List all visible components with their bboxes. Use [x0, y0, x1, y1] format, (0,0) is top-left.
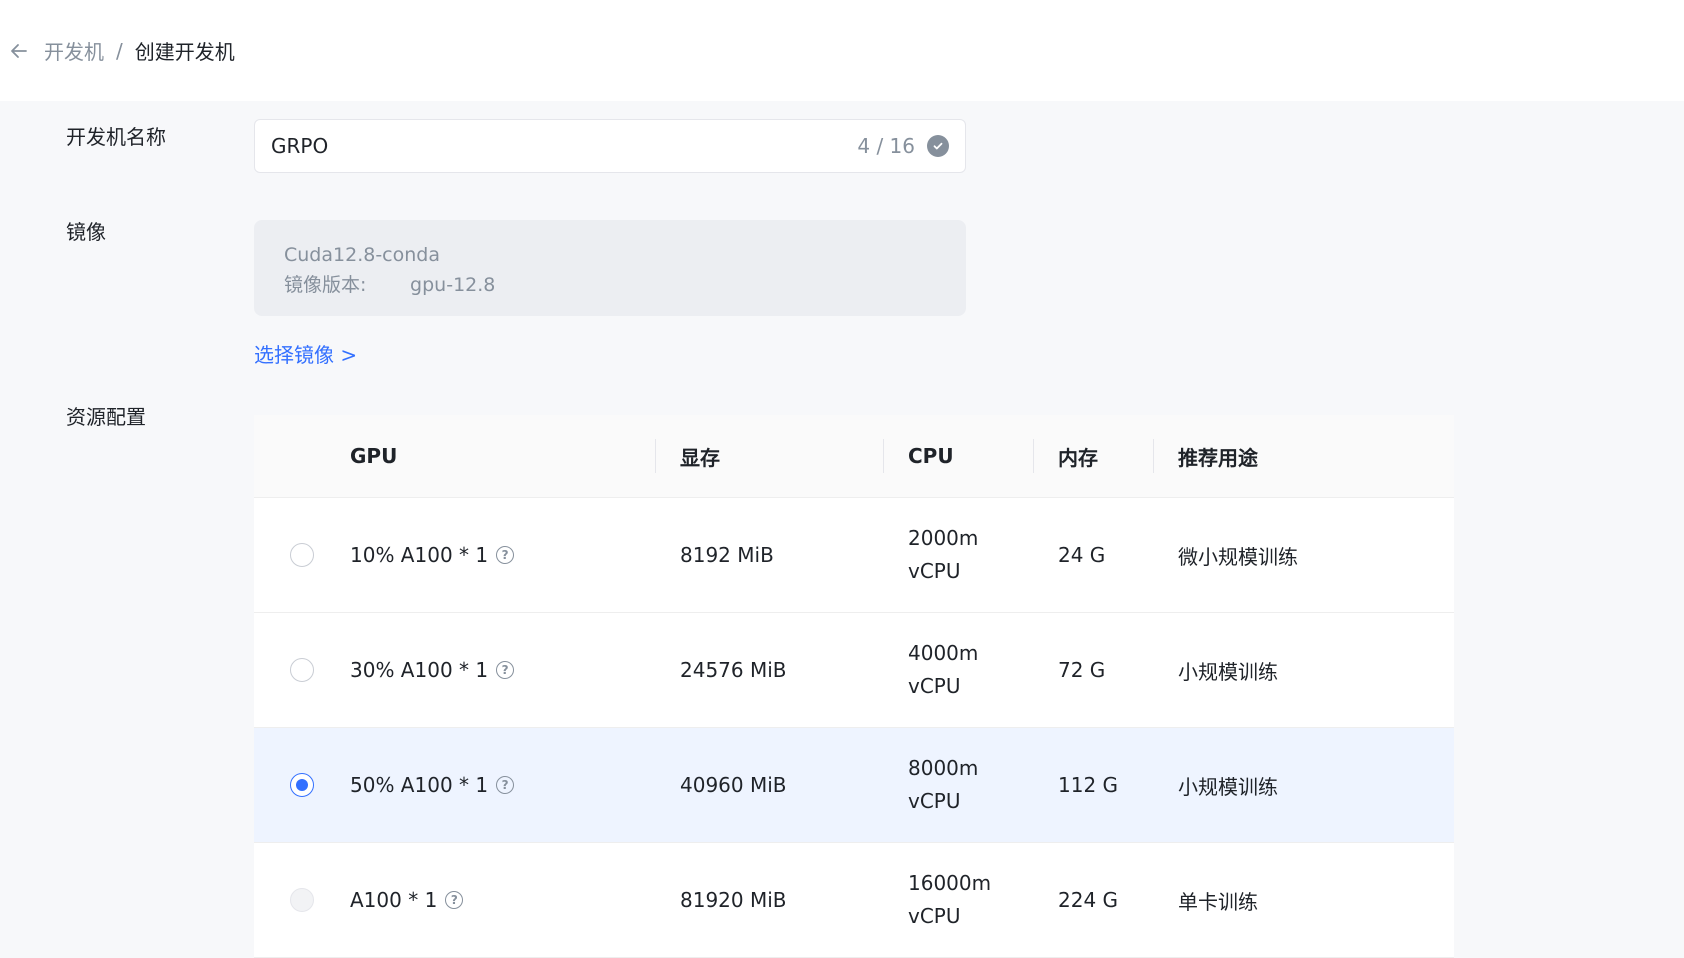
- table-row[interactable]: 10% A100 * 1 ? 8192 MiB 2000m vCPU 24 G …: [254, 498, 1454, 613]
- gpu-spec: A100 * 1: [350, 888, 438, 912]
- cpu-amount: 8000m: [908, 756, 979, 780]
- recommended-use: 小规模训练: [1178, 774, 1278, 799]
- vram-value: 8192 MiB: [680, 543, 774, 567]
- breadcrumb-parent[interactable]: 开发机: [44, 36, 104, 65]
- radio-button[interactable]: [290, 658, 314, 682]
- cpu-value: 16000m vCPU: [908, 867, 1058, 933]
- image-label: 镜像: [66, 220, 106, 244]
- question-circle-icon[interactable]: ?: [445, 891, 464, 909]
- cpu-unit: vCPU: [908, 559, 961, 583]
- column-divider: [655, 439, 656, 473]
- name-input[interactable]: GRPO 4 / 16: [254, 119, 966, 173]
- column-header-use: 推荐用途: [1178, 445, 1258, 470]
- gpu-spec: 50% A100 * 1: [350, 773, 489, 797]
- table-header: GPU 显存 CPU 内存 推荐用途: [254, 415, 1454, 498]
- image-name: Cuda12.8-conda: [284, 244, 440, 266]
- question-circle-icon[interactable]: ?: [496, 776, 515, 794]
- gpu-spec: 10% A100 * 1: [350, 543, 489, 567]
- create-form: 开发机名称 GRPO 4 / 16 镜像 Cuda12.8-conda 镜像版本…: [0, 101, 1684, 958]
- image-version-row: 镜像版本: gpu-12.8: [284, 270, 936, 300]
- cpu-value: 2000m vCPU: [908, 522, 1058, 588]
- cpu-amount: 2000m: [908, 526, 979, 550]
- resources-label: 资源配置: [66, 405, 146, 429]
- cpu-unit: vCPU: [908, 674, 961, 698]
- column-header-vram: 显存: [680, 445, 720, 470]
- breadcrumb-current: 创建开发机: [134, 40, 235, 64]
- name-label: 开发机名称: [66, 125, 166, 149]
- column-header-cpu: CPU: [908, 443, 954, 468]
- cpu-value: 4000m vCPU: [908, 637, 1058, 703]
- question-circle-icon[interactable]: ?: [496, 546, 515, 564]
- arrow-left-icon[interactable]: [8, 40, 30, 62]
- recommended-use: 微小规模训练: [1178, 544, 1298, 569]
- radio-button[interactable]: [290, 543, 314, 567]
- column-header-gpu: GPU: [350, 444, 398, 468]
- cpu-unit: vCPU: [908, 904, 961, 928]
- select-image-link[interactable]: 选择镜像 >: [254, 339, 357, 368]
- char-counter: 4 / 16: [857, 134, 915, 158]
- breadcrumb-separator: /: [116, 38, 123, 63]
- cpu-amount: 16000m: [908, 871, 992, 895]
- resource-table: GPU 显存 CPU 内存 推荐用途 10% A100 * 1 ? 8192 M…: [254, 415, 1454, 958]
- column-divider: [1153, 439, 1154, 473]
- recommended-use: 小规模训练: [1178, 659, 1278, 684]
- name-input-value[interactable]: GRPO: [271, 134, 857, 158]
- ram-value: 24 G: [1058, 543, 1106, 567]
- image-version-label: 镜像版本:: [284, 274, 367, 296]
- ram-value: 72 G: [1058, 658, 1106, 682]
- ram-value: 112 G: [1058, 773, 1119, 797]
- ram-value: 224 G: [1058, 888, 1119, 912]
- column-divider: [1033, 439, 1034, 473]
- column-divider: [883, 439, 884, 473]
- gpu-spec: 30% A100 * 1: [350, 658, 489, 682]
- radio-button-disabled[interactable]: [290, 888, 314, 912]
- radio-button-checked[interactable]: [290, 773, 314, 797]
- check-circle-icon: [927, 135, 949, 157]
- header-bar: 开发机 / 创建开发机: [0, 0, 1684, 101]
- table-row-selected[interactable]: 50% A100 * 1 ? 40960 MiB 8000m vCPU 112 …: [254, 728, 1454, 843]
- image-info-box: Cuda12.8-conda 镜像版本: gpu-12.8: [254, 220, 966, 316]
- vram-value: 40960 MiB: [680, 773, 787, 797]
- column-header-ram: 内存: [1058, 445, 1098, 470]
- cpu-value: 8000m vCPU: [908, 752, 1058, 818]
- table-row[interactable]: 30% A100 * 1 ? 24576 MiB 4000m vCPU 72 G…: [254, 613, 1454, 728]
- cpu-amount: 4000m: [908, 641, 979, 665]
- vram-value: 81920 MiB: [680, 888, 787, 912]
- question-circle-icon[interactable]: ?: [496, 661, 515, 679]
- recommended-use: 单卡训练: [1178, 889, 1258, 914]
- image-version-value: gpu-12.8: [410, 274, 496, 296]
- vram-value: 24576 MiB: [680, 658, 787, 682]
- cpu-unit: vCPU: [908, 789, 961, 813]
- table-row[interactable]: A100 * 1 ? 81920 MiB 16000m vCPU 224 G 单…: [254, 843, 1454, 958]
